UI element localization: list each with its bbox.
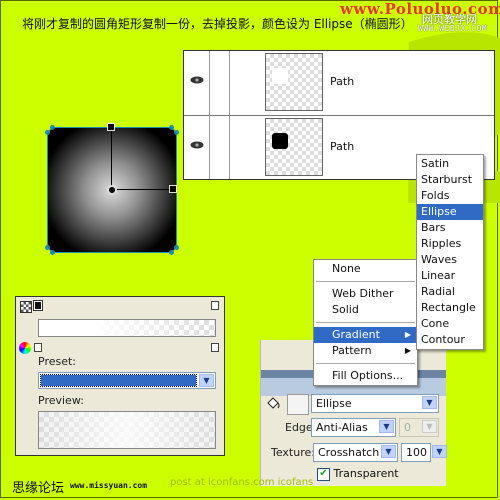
gradient-editor-panel: Preset: ▼ Preview: <box>15 296 225 456</box>
submenu-item-contour[interactable]: Contour <box>417 332 483 348</box>
color-wheel-icon <box>19 342 31 354</box>
layer-name: Path <box>330 140 355 153</box>
faint-watermark: post at iconfans.com icofans <box>170 477 314 488</box>
path-point[interactable] <box>169 125 174 130</box>
feather-value: 0 <box>404 421 411 434</box>
gradient-submenu: Satin Starburst Folds Ellipse Bars Rippl… <box>416 154 484 350</box>
watermark-webjx-url: WWW.WEBJX.COM <box>418 24 488 33</box>
submenu-arrow-icon: ▶ <box>404 346 411 355</box>
submenu-item-ellipse[interactable]: Ellipse <box>417 204 483 220</box>
menu-item-fill-options[interactable]: Fill Options... <box>314 368 417 384</box>
opacity-icon <box>20 301 32 313</box>
submenu-arrow-icon: ▶ <box>404 330 411 339</box>
submenu-item-waves[interactable]: Waves <box>417 252 483 268</box>
layer-thumbnail <box>265 53 323 111</box>
path-point[interactable] <box>174 245 179 250</box>
path-point[interactable] <box>174 130 179 135</box>
chevron-down-icon[interactable]: ▼ <box>199 374 214 387</box>
chevron-down-icon[interactable]: ▼ <box>422 420 437 433</box>
submenu-item-starburst[interactable]: Starburst <box>417 172 483 188</box>
submenu-item-rectangle[interactable]: Rectangle <box>417 300 483 316</box>
gradient-handle-top[interactable] <box>107 123 115 131</box>
color-stop[interactable] <box>211 343 219 352</box>
menu-item-gradient[interactable]: Gradient ▶ <box>314 327 417 343</box>
menu-item-pattern[interactable]: Pattern ▶ <box>314 343 417 359</box>
path-point[interactable] <box>50 250 55 255</box>
menu-item-label: Pattern <box>332 344 372 357</box>
fill-menu: None Web Dither Solid Gradient ▶ Pattern ▶… <box>313 259 418 386</box>
gradient-handle-right[interactable] <box>169 185 177 193</box>
submenu-item-linear[interactable]: Linear <box>417 268 483 284</box>
chevron-down-icon[interactable]: ▼ <box>422 396 437 409</box>
fill-color-swatch[interactable] <box>287 394 309 415</box>
rounded-rectangle-object[interactable] <box>45 123 179 255</box>
transparent-checkbox-row[interactable]: ✔ Transparent <box>317 467 399 481</box>
opacity-stop[interactable] <box>211 301 219 310</box>
texture-amount-input[interactable]: 100 <box>401 443 431 462</box>
path-point[interactable] <box>45 245 50 250</box>
forum-watermark-cn: 思缘论坛 <box>12 481 65 496</box>
preset-label: Preset: <box>38 355 77 368</box>
submenu-item-radial[interactable]: Radial <box>417 284 483 300</box>
layer-name: Path <box>330 75 355 88</box>
feather-input[interactable]: 0 ▼ <box>399 418 439 437</box>
fill-type-select[interactable]: Ellipse ▼ <box>311 394 439 413</box>
layer-thumbnail <box>265 118 323 176</box>
texture-amount-value: 100 <box>406 446 427 459</box>
submenu-item-ripples[interactable]: Ripples <box>417 236 483 252</box>
edge-value: Anti-Alias <box>316 421 368 434</box>
eye-icon[interactable] <box>190 76 204 84</box>
preset-select[interactable]: ▼ <box>38 372 216 389</box>
menu-item-solid[interactable]: Solid <box>314 302 417 318</box>
texture-label: Texture: <box>271 446 315 459</box>
menu-item-none[interactable]: None <box>314 261 417 277</box>
chevron-down-icon[interactable]: ▼ <box>379 420 394 433</box>
eye-icon[interactable] <box>190 141 204 149</box>
submenu-item-folds[interactable]: Folds <box>417 188 483 204</box>
gradient-preview <box>38 411 216 449</box>
path-point[interactable] <box>45 130 50 135</box>
texture-select[interactable]: Crosshatch : ▼ <box>313 443 398 462</box>
preview-label: Preview: <box>38 394 84 407</box>
paint-bucket-icon <box>267 397 280 409</box>
transparent-checkbox[interactable]: ✔ <box>317 467 330 481</box>
transparent-label: Transparent <box>333 467 399 480</box>
forum-watermark-url: www.missyuan.com <box>70 481 148 490</box>
edge-select[interactable]: Anti-Alias ▼ <box>311 418 396 437</box>
chevron-down-icon[interactable]: ▼ <box>432 445 447 458</box>
path-point[interactable] <box>169 250 174 255</box>
submenu-item-cone[interactable]: Cone <box>417 316 483 332</box>
submenu-item-satin[interactable]: Satin <box>417 156 483 172</box>
gradient-center-handle[interactable] <box>107 185 117 195</box>
fill-type-value: Ellipse <box>316 397 352 410</box>
menu-item-web-dither[interactable]: Web Dither <box>314 286 417 302</box>
path-point[interactable] <box>50 125 55 130</box>
opacity-stop[interactable] <box>33 300 43 311</box>
texture-value: Crosshatch : <box>318 446 387 459</box>
color-stop[interactable] <box>34 343 42 352</box>
menu-item-label: Gradient <box>332 328 380 341</box>
layer-row[interactable]: Path <box>184 51 494 115</box>
chevron-down-icon[interactable]: ▼ <box>381 445 396 458</box>
gradient-ramp[interactable] <box>38 319 216 337</box>
submenu-item-bars[interactable]: Bars <box>417 220 483 236</box>
